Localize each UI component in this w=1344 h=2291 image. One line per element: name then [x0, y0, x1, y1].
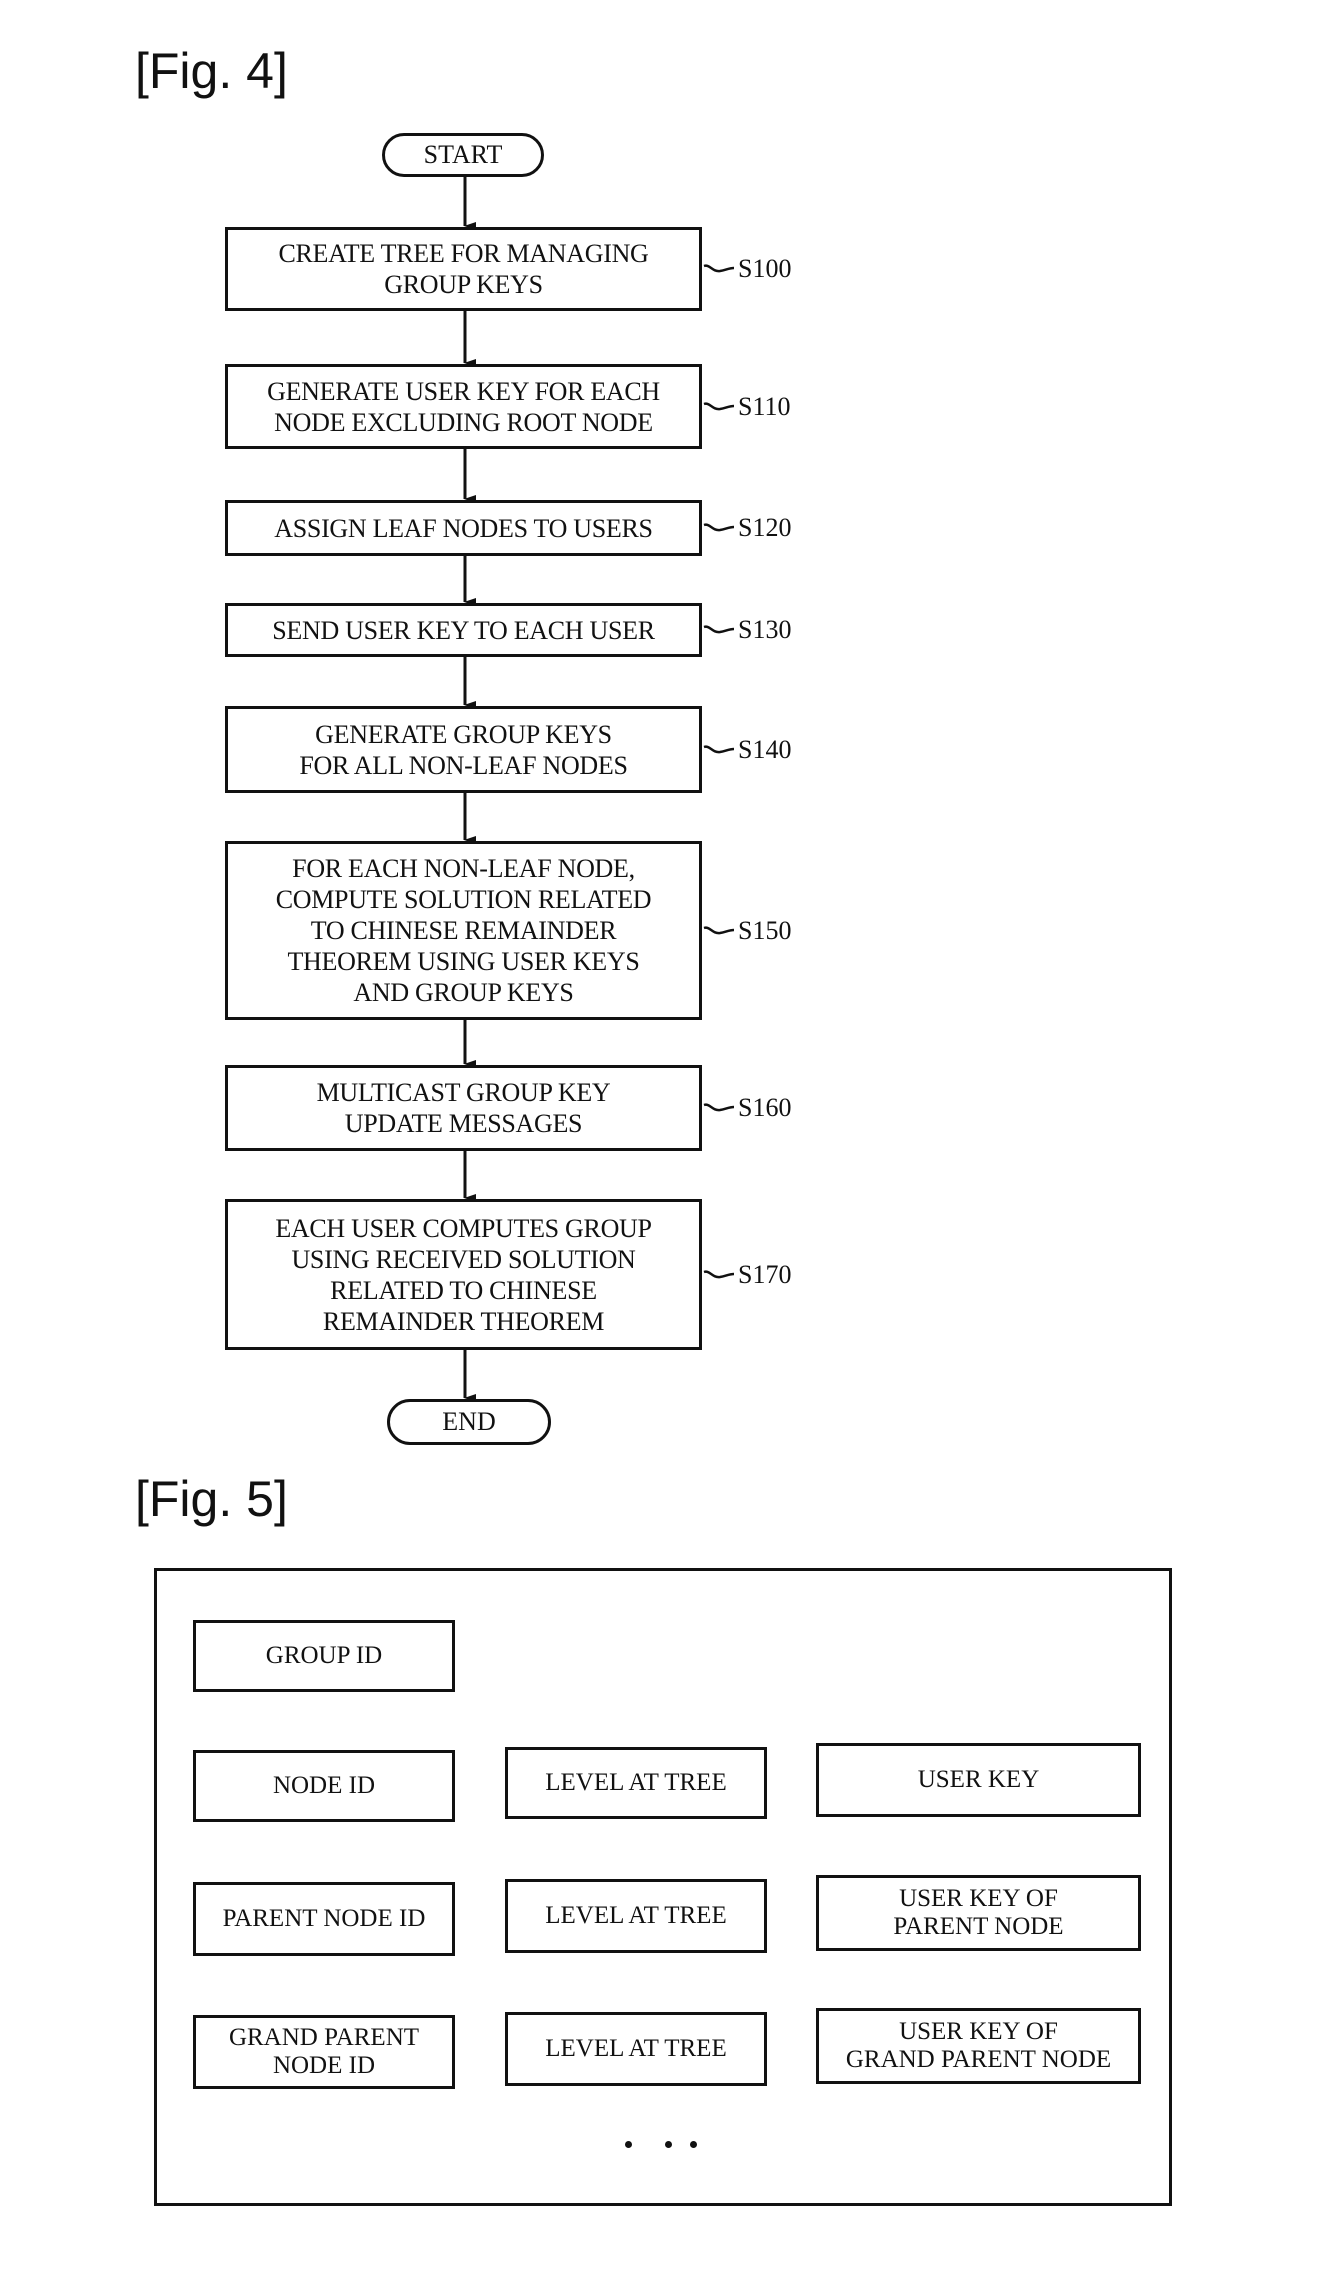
step-id: S120 — [738, 513, 792, 542]
step-id: S130 — [738, 615, 792, 644]
step-box-s140: GENERATE GROUP KEYS FOR ALL NON-LEAF NOD… — [225, 706, 702, 793]
start-terminal: START — [382, 133, 544, 177]
leader-line-icon — [703, 401, 735, 410]
ellipsis-dot — [625, 2141, 632, 2148]
fig5-label: [Fig. 5] — [135, 1471, 288, 1527]
step-box-s100: CREATE TREE FOR MANAGING GROUP KEYS — [225, 227, 702, 311]
step-box-s130: SEND USER KEY TO EACH USER — [225, 603, 702, 657]
field-grandparent-user-key: USER KEY OF GRAND PARENT NODE — [816, 2008, 1141, 2084]
step-id: S170 — [738, 1259, 792, 1289]
leader-line-icon — [703, 523, 735, 532]
step-box-s120: ASSIGN LEAF NODES TO USERS — [225, 500, 702, 556]
field-node-id: NODE ID — [193, 1750, 455, 1822]
step-label-s140: S140 — [702, 732, 791, 768]
ellipsis-dot — [690, 2141, 697, 2148]
step-label-s120: S120 — [702, 510, 791, 546]
step-label-s130: S130 — [702, 612, 791, 648]
field-parent-level: LEVEL AT TREE — [505, 1879, 767, 1953]
step-id: S150 — [738, 915, 792, 945]
step-box-s110: GENERATE USER KEY FOR EACH NODE EXCLUDIN… — [225, 364, 702, 449]
leader-line-icon — [703, 1269, 735, 1278]
end-terminal: END — [387, 1399, 551, 1445]
leader-line-icon — [703, 744, 735, 753]
field-grandparent-node-id: GRAND PARENT NODE ID — [193, 2015, 455, 2089]
field-group-id: GROUP ID — [193, 1620, 455, 1692]
step-id: S140 — [738, 734, 792, 764]
step-label-s150: S150 — [702, 913, 791, 949]
step-label-s110: S110 — [702, 389, 791, 425]
step-box-s170: EACH USER COMPUTES GROUP USING RECEIVED … — [225, 1199, 702, 1350]
leader-line-icon — [703, 625, 735, 634]
step-label-s100: S100 — [702, 251, 791, 287]
step-id: S110 — [738, 391, 791, 421]
field-parent-user-key: USER KEY OF PARENT NODE — [816, 1875, 1141, 1951]
field-parent-node-id: PARENT NODE ID — [193, 1882, 455, 1956]
fig4-label: [Fig. 4] — [135, 43, 288, 99]
step-id: S160 — [738, 1093, 792, 1122]
ellipsis-dot — [665, 2141, 672, 2148]
leader-line-icon — [703, 925, 735, 934]
step-id: S100 — [738, 254, 792, 283]
field-user-key: USER KEY — [816, 1743, 1141, 1817]
leader-line-icon — [703, 264, 735, 273]
field-node-level: LEVEL AT TREE — [505, 1747, 767, 1819]
step-box-s150: FOR EACH NON-LEAF NODE, COMPUTE SOLUTION… — [225, 841, 702, 1020]
leader-line-icon — [703, 1103, 735, 1112]
step-label-s160: S160 — [702, 1090, 791, 1126]
step-box-s160: MULTICAST GROUP KEY UPDATE MESSAGES — [225, 1065, 702, 1151]
field-grandparent-level: LEVEL AT TREE — [505, 2012, 767, 2086]
step-label-s170: S170 — [702, 1257, 791, 1293]
